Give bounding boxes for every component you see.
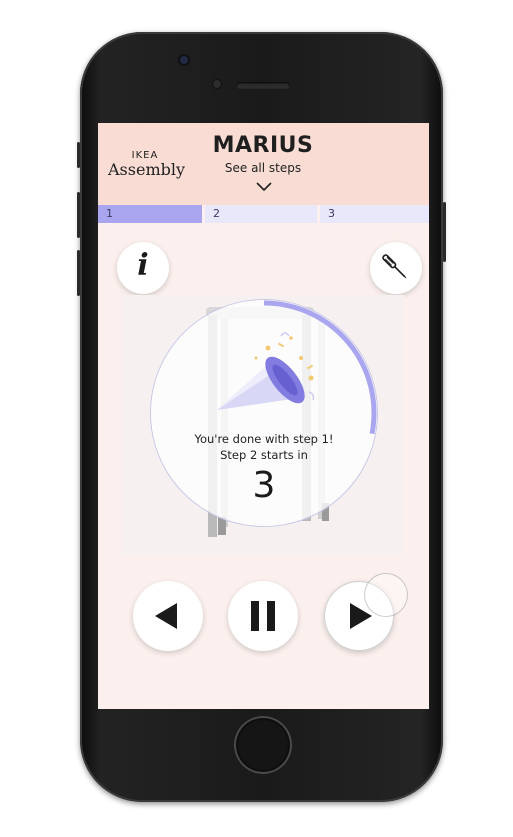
play-back-icon — [155, 603, 177, 629]
step-tab-label: 2 — [213, 207, 220, 220]
brand-bottom-text: Assembly — [108, 160, 186, 179]
touch-indicator — [365, 574, 407, 616]
previous-step-button[interactable] — [133, 581, 203, 651]
see-all-steps-link[interactable]: See all steps — [193, 161, 333, 175]
step-tab-2[interactable]: 2 — [205, 205, 317, 223]
step-tab-label: 3 — [328, 207, 335, 220]
volume-down-button — [77, 250, 80, 296]
screwdriver-icon — [382, 254, 407, 279]
home-button[interactable] — [234, 716, 292, 774]
silent-switch — [77, 142, 80, 168]
step-complete-message: You're done with step 1! Step 2 starts i… — [151, 431, 377, 463]
step-complete-line1: You're done with step 1! — [194, 432, 334, 446]
brand-logo: IKEA Assembly — [108, 150, 186, 179]
volume-up-button — [77, 192, 80, 238]
front-sensor — [180, 56, 188, 64]
step-tab-1[interactable]: 1 — [98, 205, 202, 223]
info-icon: i — [137, 248, 149, 283]
chevron-down-icon[interactable] — [255, 181, 273, 193]
pause-icon — [251, 601, 275, 631]
front-camera — [213, 80, 221, 88]
pause-button[interactable] — [228, 581, 298, 651]
tools-button[interactable] — [370, 242, 422, 294]
step-complete-line2: Step 2 starts in — [220, 448, 308, 462]
step-tab-3[interactable]: 3 — [320, 205, 429, 223]
info-button[interactable]: i — [117, 242, 169, 294]
app-screen: IKEA Assembly MARIUS See all steps 1 2 3… — [98, 123, 429, 709]
earpiece-speaker — [236, 82, 290, 89]
step-tab-label: 1 — [106, 207, 113, 220]
app-header: IKEA Assembly MARIUS See all steps — [98, 123, 429, 205]
countdown-number: 3 — [252, 465, 276, 506]
power-button — [443, 202, 446, 262]
page-title: MARIUS — [212, 133, 314, 158]
